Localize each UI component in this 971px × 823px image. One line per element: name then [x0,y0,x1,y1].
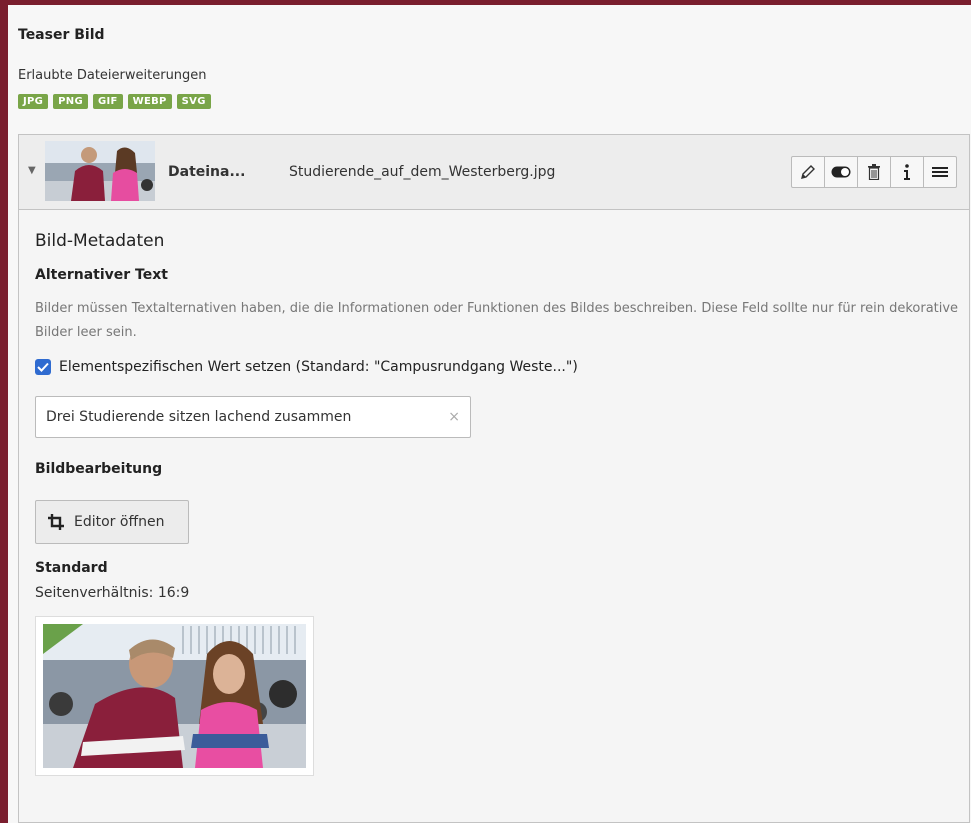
badge-jpg: JPG [18,94,49,109]
crop-icon [48,514,64,530]
info-icon [904,164,910,180]
file-reference-panel: ▼ Dateina... Studierende_auf_dem_Westerb… [18,134,970,823]
file-name: Studierende_auf_dem_Westerberg.jpg [289,164,556,180]
frame-top-border [0,0,971,5]
badge-svg: SVG [176,94,211,109]
info-button[interactable] [891,157,924,187]
checkmark-icon [37,362,49,372]
override-row: Elementspezifischen Wert setzen (Standar… [35,359,578,375]
override-checkbox[interactable] [35,359,51,375]
extension-badges: JPG PNG GIF WEBP SVG [18,94,211,109]
edit-metadata-button[interactable] [792,157,825,187]
menu-icon [932,167,948,177]
file-toolbar [791,156,957,188]
alt-text-description: Bilder müssen Textalternativen haben, di… [35,301,959,340]
pencil-icon [801,165,815,179]
menu-button[interactable] [924,157,956,187]
alt-text-input[interactable]: Drei Studierende sitzen lachend zusammen… [35,396,471,438]
crop-variant-label: Standard [35,560,108,576]
frame-left-border [0,0,8,823]
override-label[interactable]: Elementspezifischen Wert setzen (Standar… [59,359,578,375]
metadata-title: Bild-Metadaten [35,231,165,251]
alt-text-value: Drei Studierende sitzen lachend zusammen [46,409,352,425]
badge-png: PNG [53,94,88,109]
alt-text-label: Alternativer Text [35,267,168,283]
file-thumbnail [45,141,155,201]
badge-webp: WEBP [127,94,172,109]
file-name-label: Dateina... [168,164,246,180]
toggle-icon [831,166,851,178]
field-title: Teaser Bild [18,27,105,43]
image-editing-label: Bildbearbeitung [35,461,163,477]
toggle-visibility-button[interactable] [825,157,858,187]
crop-preview [35,616,314,776]
open-editor-label: Editor öffnen [74,514,165,530]
aspect-ratio: Seitenverhältnis: 16:9 [35,585,190,601]
clear-input-icon[interactable]: × [448,409,460,425]
delete-button[interactable] [858,157,891,187]
badge-gif: GIF [92,94,123,109]
open-editor-button[interactable]: Editor öffnen [35,500,189,544]
trash-icon [868,164,880,180]
extensions-label: Erlaubte Dateierweiterungen [18,68,207,83]
file-panel-header[interactable]: ▼ Dateina... Studierende_auf_dem_Westerb… [19,135,969,210]
collapse-caret-icon[interactable]: ▼ [28,165,36,176]
